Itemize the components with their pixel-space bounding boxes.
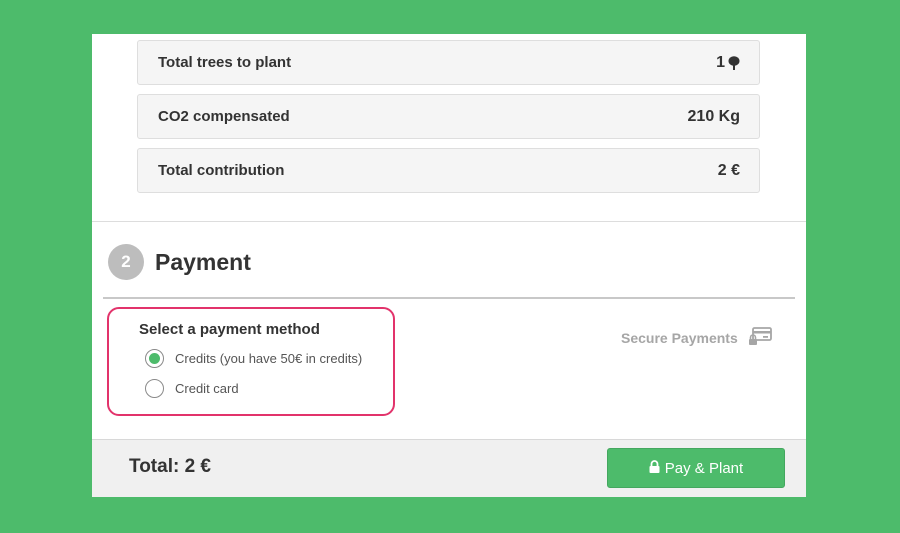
summary-row-co2: CO2 compensated 210 Kg — [137, 94, 760, 139]
summary-row-contribution: Total contribution 2 € — [137, 148, 760, 193]
credit-card-radio[interactable] — [145, 379, 164, 398]
step-number-badge: 2 — [108, 244, 144, 280]
tree-icon — [728, 55, 740, 70]
checkout-panel: Total trees to plant 1 CO2 compensated 2… — [92, 34, 806, 497]
section-divider — [92, 221, 806, 222]
payment-divider — [103, 297, 795, 299]
secure-payments: Secure Payments — [621, 326, 772, 349]
payment-method-box: Select a payment method Credits (you hav… — [107, 307, 395, 416]
payment-method-title: Select a payment method — [139, 321, 320, 338]
summary-label-co2: CO2 compensated — [158, 108, 290, 125]
summary-value-contribution: 2 € — [717, 161, 740, 179]
credit-card-label[interactable]: Credit card — [175, 381, 239, 396]
pay-button-label[interactable]: Pay & Plant — [665, 460, 743, 477]
summary-row-trees: Total trees to plant 1 — [137, 40, 760, 85]
total-amount: Total: 2 € — [129, 456, 211, 477]
radio-selected-dot — [149, 353, 160, 364]
credits-radio[interactable] — [145, 349, 164, 368]
summary-value-co2: 210 Kg — [687, 107, 740, 125]
summary-label-trees: Total trees to plant — [158, 54, 292, 71]
summary-label-contribution: Total contribution — [158, 162, 285, 179]
secure-payments-label: Secure Payments — [621, 329, 738, 346]
secure-card-icon — [748, 326, 772, 349]
summary-value-trees: 1 — [716, 54, 740, 72]
option-credits[interactable]: Credits (you have 50€ in credits) — [145, 349, 362, 368]
payment-section-title: Payment — [155, 249, 251, 275]
option-credit-card[interactable]: Credit card — [145, 379, 239, 398]
trees-count: 1 — [716, 53, 725, 71]
credits-label[interactable]: Credits (you have 50€ in credits) — [175, 351, 362, 366]
checkout-footer: Total: 2 € Pay & Plant — [92, 439, 806, 497]
pay-and-plant-button[interactable]: Pay & Plant — [607, 448, 785, 488]
lock-icon — [649, 459, 660, 477]
